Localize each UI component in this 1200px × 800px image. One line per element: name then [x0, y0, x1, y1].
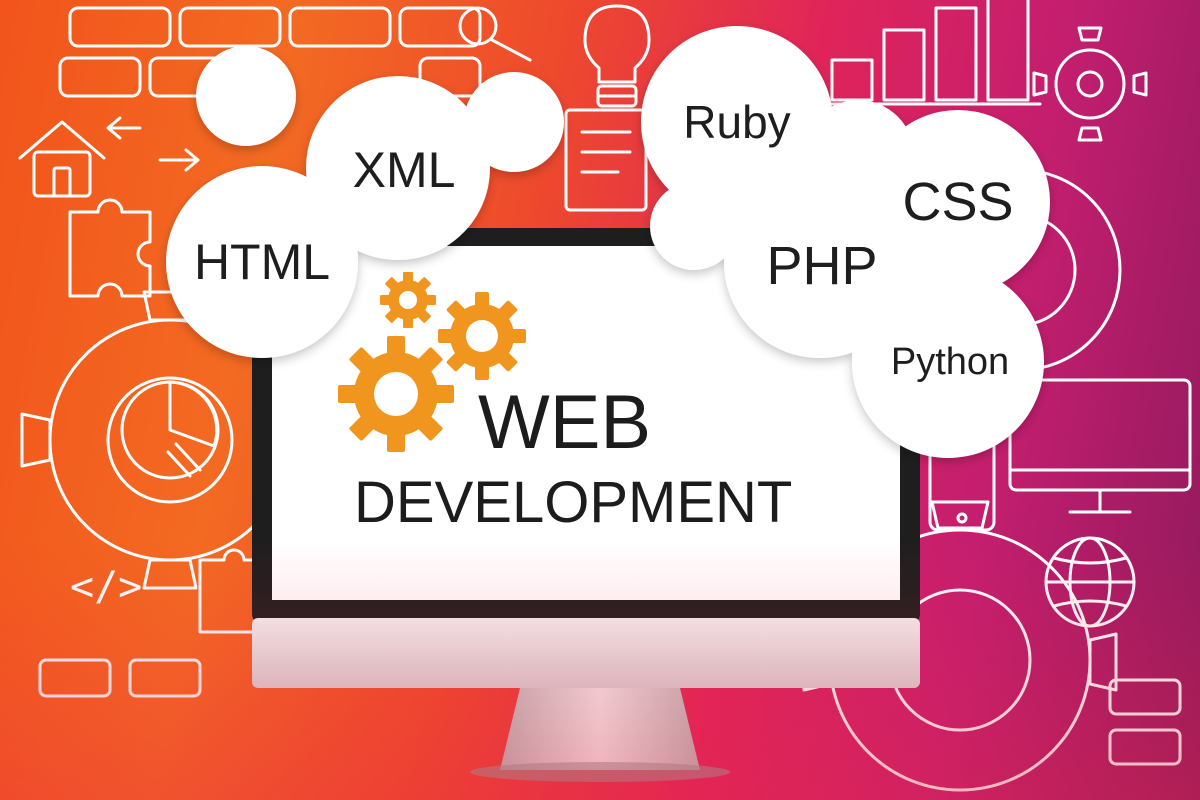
web-development-illustration: </> WEB DEVELOPMENT XML HTML Ruby PHP CS…	[0, 0, 1200, 800]
ruby-label: Ruby	[683, 96, 790, 148]
blank-bubble	[196, 46, 296, 146]
xml-label: XML	[353, 142, 456, 198]
css-label: CSS	[902, 172, 1013, 232]
technology-bubbles: XML HTML Ruby PHP CSS Python	[166, 26, 1050, 458]
python-label: Python	[891, 341, 1009, 383]
php-label: PHP	[766, 236, 877, 296]
html-label: HTML	[194, 234, 330, 290]
